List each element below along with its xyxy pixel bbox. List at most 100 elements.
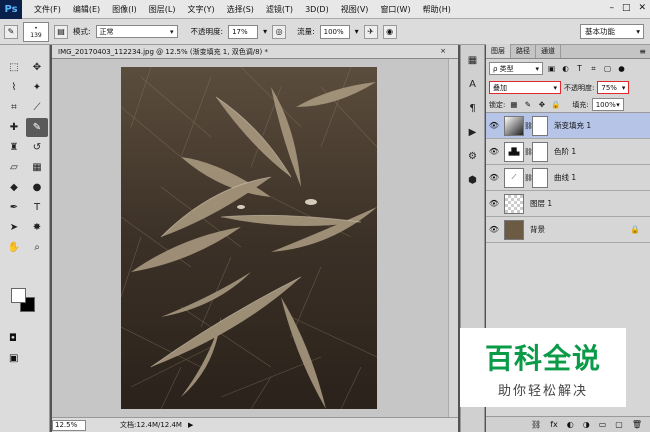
chevron-down-icon[interactable]: ▾ <box>355 27 359 36</box>
new-layer-icon[interactable]: ▢ <box>615 420 623 429</box>
flow-input[interactable]: 100% <box>319 24 350 39</box>
lock-pixels-icon[interactable]: ✎ <box>522 100 533 109</box>
history-brush-tool-icon[interactable]: ↺ <box>26 138 48 157</box>
character-panel-icon[interactable]: A <box>463 75 482 93</box>
fill-input[interactable]: 100% ▾ <box>591 98 624 111</box>
fx-icon[interactable]: fx <box>550 420 558 429</box>
type-tool-icon[interactable]: T <box>26 198 48 217</box>
blend-mode-select[interactable]: 叠加 ▾ <box>489 81 561 94</box>
layer-row[interactable]: 👁 背景 🔒 <box>486 217 650 243</box>
close-tab-icon[interactable]: × <box>440 47 446 55</box>
quick-mask-icon[interactable]: ◘ <box>9 333 17 344</box>
close-button[interactable]: ✕ <box>638 3 646 13</box>
visibility-eye-icon[interactable]: 👁 <box>486 199 502 208</box>
brush-size-picker[interactable]: • 139 <box>23 21 49 42</box>
menu-image[interactable]: 图像(I) <box>106 4 143 15</box>
adjustment-layer-icon[interactable]: ◑ <box>583 420 590 429</box>
lock-transparent-icon[interactable]: ▦ <box>508 100 519 109</box>
status-menu-icon[interactable]: ▶ <box>188 421 193 429</box>
tab-channels[interactable]: 通道 <box>536 44 561 58</box>
filter-smart-object-icon[interactable]: ▢ <box>602 64 613 73</box>
menu-layer[interactable]: 图层(L) <box>143 4 182 15</box>
filter-adjustment-icon[interactable]: ◐ <box>560 64 571 73</box>
visibility-eye-icon[interactable]: 👁 <box>486 121 502 130</box>
actions-panel-icon[interactable]: ▶ <box>463 123 482 141</box>
filter-type-icon[interactable]: T <box>574 64 585 73</box>
crop-tool-icon[interactable]: ⌗ <box>3 98 25 117</box>
brush-preset-icon[interactable]: ✎ <box>4 24 18 39</box>
menu-3d[interactable]: 3D(D) <box>299 5 335 14</box>
layer-mask-thumbnail[interactable] <box>532 115 548 136</box>
zoom-tool-icon[interactable]: ⌕ <box>26 238 48 257</box>
shape-tool-icon[interactable]: ✸ <box>26 218 48 237</box>
blur-tool-icon[interactable]: ◆ <box>3 178 25 197</box>
minimize-button[interactable]: – <box>609 3 614 13</box>
lasso-tool-icon[interactable]: ⌇ <box>3 78 25 97</box>
chevron-down-icon[interactable]: ▾ <box>263 27 267 36</box>
gradient-tool-icon[interactable]: ▦ <box>26 158 48 177</box>
menu-filter[interactable]: 滤镜(T) <box>260 4 299 15</box>
zoom-input[interactable]: 12.5% <box>52 419 86 431</box>
panel-menu-icon[interactable]: ≡ <box>639 47 646 56</box>
airbrush-icon[interactable]: ✈ <box>363 24 378 39</box>
layer-mask-thumbnail[interactable] <box>532 141 548 162</box>
brush-panel-toggle-icon[interactable]: ▤ <box>54 24 68 39</box>
chain-link-icon[interactable]: ⛓ <box>524 148 533 156</box>
magic-wand-tool-icon[interactable]: ✦ <box>26 78 48 97</box>
document-tab[interactable]: IMG_20170403_112234.jpg @ 12.5% (渐变填充 1,… <box>52 45 458 59</box>
pen-tool-icon[interactable]: ✒ <box>3 198 25 217</box>
history-panel-icon[interactable]: ▦ <box>463 51 482 69</box>
3d-panel-icon[interactable]: ⬢ <box>463 171 482 189</box>
workspace-select[interactable]: 基本功能 ▾ <box>580 24 644 39</box>
lock-all-icon[interactable]: 🔒 <box>550 100 561 109</box>
brush-tool-icon[interactable]: ✎ <box>26 118 48 137</box>
screen-mode-icon[interactable]: ▣ <box>9 353 18 364</box>
chain-link-icon[interactable]: ⛓ <box>524 174 533 182</box>
stamp-tool-icon[interactable]: ♜ <box>3 138 25 157</box>
layer-row[interactable]: 👁 图层 1 <box>486 191 650 217</box>
mode-select[interactable]: 正常 ▾ <box>95 25 178 38</box>
layer-row[interactable]: 👁 ▟▙ ⛓ 色阶 1 <box>486 139 650 165</box>
layer-mask-thumbnail[interactable] <box>532 167 548 188</box>
filter-shape-icon[interactable]: ⌗ <box>588 64 599 74</box>
filter-kind-select[interactable]: ρ 类型 ▾ <box>489 62 543 75</box>
menu-file[interactable]: 文件(F) <box>28 4 67 15</box>
visibility-eye-icon[interactable]: 👁 <box>486 173 502 182</box>
add-mask-icon[interactable]: ◐ <box>567 420 574 429</box>
delete-layer-icon[interactable]: 🗑 <box>632 420 642 429</box>
eyedropper-tool-icon[interactable]: ⟋ <box>26 98 48 117</box>
lock-position-icon[interactable]: ✥ <box>536 100 547 109</box>
menu-window[interactable]: 窗口(W) <box>374 4 416 15</box>
menu-edit[interactable]: 编辑(E) <box>67 4 106 15</box>
canvas-area[interactable] <box>52 59 458 417</box>
pressure-size-icon[interactable]: ◉ <box>382 24 397 39</box>
move-tool-icon[interactable]: ✥ <box>26 58 48 77</box>
new-group-icon[interactable]: ▭ <box>599 420 607 429</box>
layer-row[interactable]: 👁 ⛓ 渐变填充 1 <box>486 113 650 139</box>
hand-tool-icon[interactable]: ✋ <box>3 238 25 257</box>
link-layers-icon[interactable]: ⛓ <box>531 420 541 429</box>
properties-panel-icon[interactable]: ⚙ <box>463 147 482 165</box>
healing-tool-icon[interactable]: ✚ <box>3 118 25 137</box>
visibility-eye-icon[interactable]: 👁 <box>486 225 502 234</box>
tab-paths[interactable]: 路径 <box>511 44 536 58</box>
foreground-color-swatch[interactable] <box>11 288 26 303</box>
visibility-eye-icon[interactable]: 👁 <box>486 147 502 156</box>
opacity-input[interactable]: 17% <box>228 24 259 39</box>
marquee-tool-icon[interactable]: ⬚ <box>3 58 25 77</box>
tab-layers[interactable]: 图层 <box>486 44 511 58</box>
vertical-scrollbar[interactable] <box>448 59 458 417</box>
path-select-tool-icon[interactable]: ➤ <box>3 218 25 237</box>
maximize-button[interactable]: □ <box>622 3 631 13</box>
filter-pixel-icon[interactable]: ▣ <box>546 64 557 73</box>
menu-help[interactable]: 帮助(H) <box>417 4 457 15</box>
eraser-tool-icon[interactable]: ▱ <box>3 158 25 177</box>
chain-link-icon[interactable]: ⛓ <box>524 122 533 130</box>
menu-view[interactable]: 视图(V) <box>335 4 375 15</box>
pressure-opacity-icon[interactable]: ◎ <box>272 24 287 39</box>
layer-row[interactable]: 👁 ⟋ ⛓ 曲线 1 <box>486 165 650 191</box>
layer-opacity-input[interactable]: 75% ▾ <box>597 81 630 94</box>
paragraph-panel-icon[interactable]: ¶ <box>463 99 482 117</box>
filter-toggle-icon[interactable]: ● <box>616 64 627 73</box>
dodge-tool-icon[interactable]: ● <box>26 178 48 197</box>
